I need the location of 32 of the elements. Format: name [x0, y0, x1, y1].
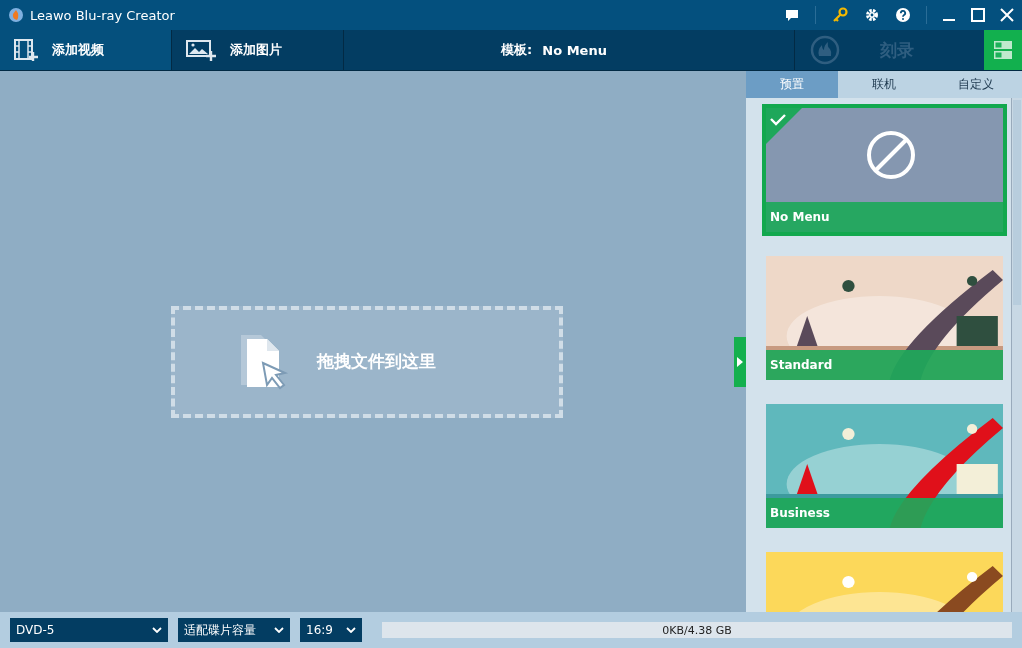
aspect-ratio-dropdown[interactable]: 16:9	[300, 618, 362, 642]
drop-hint: 拖拽文件到这里	[316, 350, 436, 373]
chevron-down-icon	[152, 627, 162, 633]
disc-logo-icon	[8, 7, 24, 23]
toolbar-button[interactable]: 添加视频	[0, 30, 172, 70]
capacity-text: 0KB/4.38 GB	[662, 623, 732, 637]
layout-toggle-button[interactable]	[984, 30, 1022, 70]
template-name: No Menu	[766, 202, 1003, 232]
maximize-icon[interactable]	[971, 8, 985, 22]
selected-corner-icon	[766, 108, 802, 144]
scrollbar[interactable]	[1011, 98, 1022, 612]
template-value: No Menu	[542, 42, 607, 58]
expand-arrow-icon	[737, 356, 743, 367]
settings-icon[interactable]	[864, 7, 880, 23]
window-title: Leawo Blu-ray Creator	[30, 7, 175, 23]
chevron-down-icon	[346, 627, 356, 633]
template-name: Standard	[766, 350, 1003, 380]
key-icon[interactable]	[831, 7, 849, 23]
layout-icon	[993, 40, 1013, 60]
template-label: 模板:	[501, 41, 533, 59]
disc-type-dropdown[interactable]: DVD-5	[10, 618, 168, 642]
flame-icon	[810, 35, 840, 65]
quality-dropdown[interactable]: 适配碟片容量	[178, 618, 290, 642]
template-name: Business	[766, 498, 1003, 528]
image-add-icon	[186, 39, 216, 61]
no-symbol-icon	[864, 129, 917, 181]
close-icon[interactable]	[1000, 8, 1014, 22]
chevron-down-icon	[274, 627, 284, 633]
chat-icon[interactable]	[784, 7, 800, 23]
film-add-icon	[14, 39, 38, 61]
help-icon[interactable]	[895, 7, 911, 23]
collapse-handle[interactable]	[734, 336, 746, 387]
